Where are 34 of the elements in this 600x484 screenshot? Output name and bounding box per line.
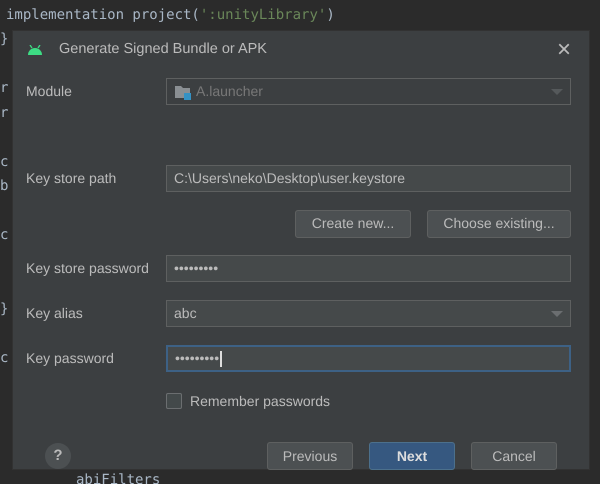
dialog-title: Generate Signed Bundle or APK <box>59 40 267 60</box>
checkbox[interactable] <box>166 393 182 409</box>
dropdown-field: A.launcher <box>166 78 571 105</box>
code-fragment: } <box>0 30 8 49</box>
input-field[interactable]: C:\Users\neko\Desktop\user.keystore <box>166 165 571 192</box>
code-line: abiFilters <box>76 471 160 484</box>
folder-icon <box>174 84 192 100</box>
field-label: Key store password <box>26 259 150 278</box>
password-field[interactable]: ••••••••• <box>166 255 571 282</box>
create-new-button[interactable]: Create new... <box>295 210 411 238</box>
code-fragment: c <box>0 152 8 172</box>
field-label: Key store path <box>26 169 118 188</box>
code-fragment: r <box>0 79 8 98</box>
checkbox-label: Remember passwords <box>190 392 330 411</box>
code-fragment: b <box>0 177 8 196</box>
dropdown-arrow-icon <box>551 310 563 316</box>
close-button[interactable]: × <box>552 38 575 62</box>
code-fragment: c <box>0 226 8 245</box>
field-label: Module <box>26 82 73 101</box>
code-fragment: c <box>0 348 8 368</box>
password-field[interactable]: ••••••••• <box>166 345 571 372</box>
dialog-button[interactable]: Previous <box>267 442 353 470</box>
android-icon <box>27 45 43 55</box>
dialog-button[interactable]: Cancel <box>471 442 557 470</box>
choose-existing-button[interactable]: Choose existing... <box>427 210 571 238</box>
next-button[interactable]: Next <box>369 442 455 470</box>
help-button[interactable]: ? <box>45 443 71 469</box>
field-label: Key password <box>26 349 115 368</box>
field-label: Key alias <box>26 304 84 323</box>
code-fragment: } <box>0 300 8 318</box>
code-fragment: r <box>0 104 8 122</box>
dropdown-arrow-icon <box>551 88 563 94</box>
code-line: implementation project(':unityLibrary') <box>6 6 335 25</box>
dropdown-field[interactable]: abc <box>166 300 571 327</box>
